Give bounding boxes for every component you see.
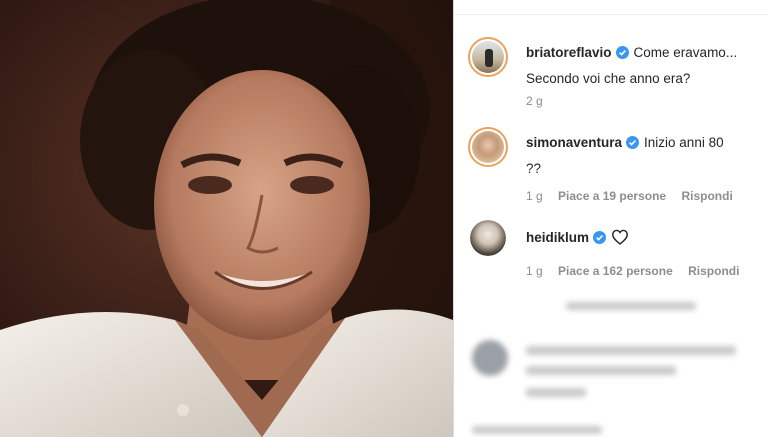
comment-text: heidiklum [526, 226, 762, 253]
comment-likes[interactable]: Piace a 162 persone [558, 264, 673, 278]
comment-meta: 2 g [526, 94, 555, 108]
avatar[interactable] [468, 127, 508, 167]
comment-body-line2: Secondo voi che anno era? [526, 71, 691, 86]
comment-body-line2: ?? [526, 161, 542, 176]
avatar[interactable] [470, 220, 506, 256]
comment-item: simonaventura Inizio anni 80 ?? 1 g Piace… [468, 127, 758, 207]
verified-badge-icon [626, 133, 640, 157]
reply-button[interactable]: Rispondi [681, 189, 732, 203]
heart-icon [611, 229, 629, 253]
comment-body: Inizio anni 80 [644, 135, 724, 150]
comments-panel: briatoreflavio Come eravamo... Secondo vo… [454, 0, 768, 437]
avatar[interactable] [468, 37, 508, 77]
comment-time[interactable]: 1 g [526, 264, 543, 278]
blurred-comments [454, 290, 768, 437]
panel-header-strip [454, 0, 768, 15]
reply-button[interactable]: Rispondi [688, 264, 739, 278]
comment-body: Come eravamo... [633, 45, 738, 60]
comment-time[interactable]: 1 g [526, 189, 543, 203]
post-photo [0, 0, 453, 437]
comment-username[interactable]: briatoreflavio [526, 45, 612, 60]
verified-badge-icon [593, 228, 607, 252]
comment-text: simonaventura Inizio anni 80 ?? [526, 131, 762, 181]
comment-username[interactable]: simonaventura [526, 135, 622, 150]
comment-item: briatoreflavio Come eravamo... Secondo vo… [468, 37, 758, 117]
comment-meta: 1 g Piace a 19 persone Rispondi [526, 189, 745, 203]
comment-text: briatoreflavio Come eravamo... Secondo vo… [526, 41, 762, 91]
comment-time[interactable]: 2 g [526, 94, 543, 108]
comment-item: heidiklum 1 g Piace a 162 persone Rispon… [468, 220, 758, 290]
verified-badge-icon [615, 43, 629, 67]
comment-username[interactable]: heidiklum [526, 230, 589, 245]
comment-likes[interactable]: Piace a 19 persone [558, 189, 666, 203]
comment-meta: 1 g Piace a 162 persone Rispondi [526, 264, 751, 278]
